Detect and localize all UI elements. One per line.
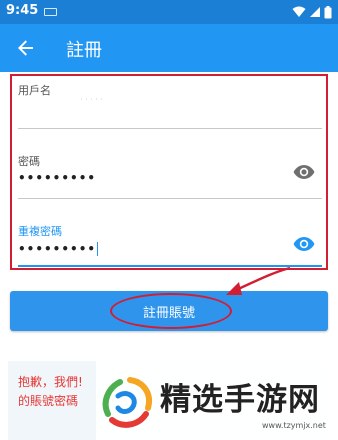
username-placeholder: · · · · · — [80, 95, 103, 104]
page-title: 註冊 — [66, 40, 102, 61]
watermark-url: www.tzymjx.net — [262, 421, 326, 430]
password-underline — [18, 198, 322, 199]
watermark: 精选手游网 www.tzymjx.net — [96, 360, 338, 440]
username-field[interactable]: 用戶名 · · · · · — [18, 76, 324, 131]
keyboard-icon — [44, 8, 57, 16]
register-button-label: 註冊賬號 — [142, 305, 195, 321]
confirm-password-value: ••••••••• — [18, 242, 99, 256]
back-button[interactable] — [12, 34, 40, 62]
watermark-name: 精选手游网 — [160, 382, 320, 418]
status-icons — [292, 4, 332, 20]
status-bar: 9:45 — [0, 0, 338, 24]
text-cursor — [97, 242, 99, 256]
status-time: 9:45 — [6, 3, 39, 18]
eye-icon — [293, 237, 315, 251]
register-button[interactable]: 註冊賬號 — [10, 291, 328, 331]
password-label: 密碼 — [18, 155, 40, 168]
error-text-line1: 抱歉，我們! — [18, 375, 83, 389]
password-value: ••••••••• — [18, 171, 97, 185]
confirm-password-visibility-toggle[interactable] — [290, 230, 318, 258]
password-visibility-toggle[interactable] — [290, 158, 318, 186]
username-underline — [18, 128, 322, 129]
error-text-line2: 的賬號密碼 — [18, 394, 79, 408]
confirm-password-field[interactable]: 重複密碼 ••••••••• — [18, 210, 324, 268]
app-bar: 註冊 — [0, 24, 338, 72]
username-label: 用戶名 — [18, 84, 51, 97]
confirm-password-label: 重複密碼 — [18, 225, 62, 238]
password-field[interactable]: 密碼 ••••••••• — [18, 140, 324, 200]
battery-icon — [324, 5, 332, 18]
arrow-left-icon — [18, 40, 33, 56]
wifi-icon — [292, 6, 306, 17]
signal-icon — [310, 7, 320, 17]
watermark-logo-icon — [102, 377, 152, 428]
eye-icon — [293, 165, 315, 179]
confirm-password-underline — [18, 265, 322, 267]
